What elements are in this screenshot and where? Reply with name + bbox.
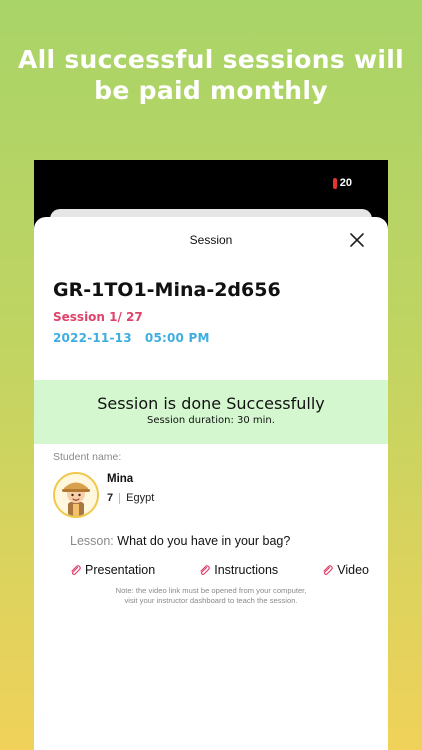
session-code: GR-1TO1-Mina-2d656: [53, 279, 281, 301]
close-icon[interactable]: [348, 231, 366, 249]
success-banner: Session is done Successfully Session dur…: [34, 380, 388, 444]
presentation-link[interactable]: Presentation: [69, 563, 155, 577]
video-note-line-2: visit your instructor dashboard to teach…: [124, 596, 298, 605]
resource-links: Presentation Instructions Video: [69, 563, 369, 577]
session-time: 05:00 PM: [144, 331, 210, 345]
sheet-title: Session: [189, 233, 233, 247]
session-count: Session 1/ 27: [53, 310, 143, 324]
student-name: Mina: [107, 473, 134, 485]
session-date: 2022-11-13: [53, 331, 132, 345]
student-country: Egypt: [126, 492, 155, 504]
battery-level: 20: [339, 177, 352, 189]
meta-divider: [119, 492, 121, 504]
session-duration: Session duration: 30 min.: [147, 415, 275, 426]
video-link[interactable]: Video: [321, 563, 369, 577]
session-datetime: 2022-11-13 05:00 PM: [53, 331, 210, 345]
promo-headline-line-2: be paid monthly: [94, 76, 328, 105]
paperclip-icon: [323, 565, 334, 576]
student-meta: 7 Egypt: [107, 492, 154, 504]
battery-indicator: 20: [332, 177, 352, 189]
instructions-link[interactable]: Instructions: [198, 563, 278, 577]
lesson-row: Lesson: What do you have in your bag?: [70, 534, 290, 548]
paperclip-icon: [71, 565, 81, 576]
lesson-title: What do you have in your bag?: [117, 534, 291, 548]
avatar: [53, 472, 99, 518]
success-title: Session is done Successfully: [97, 394, 325, 413]
video-note-line-1: Note: the video link must be opened from…: [115, 586, 307, 595]
video-note: Note: the video link must be opened from…: [54, 586, 368, 606]
promo-headline-line-1: All successful sessions will: [17, 45, 405, 74]
student-age: 7: [107, 492, 114, 504]
instructions-link-label: Instructions: [214, 563, 279, 577]
video-link-label: Video: [337, 563, 369, 577]
battery-icon: [332, 177, 337, 189]
lesson-label: Lesson:: [70, 534, 114, 548]
promo-headline: All successful sessions will be paid mon…: [0, 44, 422, 106]
student-label: Student name:: [53, 451, 122, 463]
session-sheet: Session GR-1TO1-Mina-2d656 Session 1/ 27…: [34, 217, 388, 750]
presentation-link-label: Presentation: [85, 563, 156, 577]
paperclip-icon: [200, 565, 211, 576]
child-avatar-icon: [55, 474, 97, 516]
